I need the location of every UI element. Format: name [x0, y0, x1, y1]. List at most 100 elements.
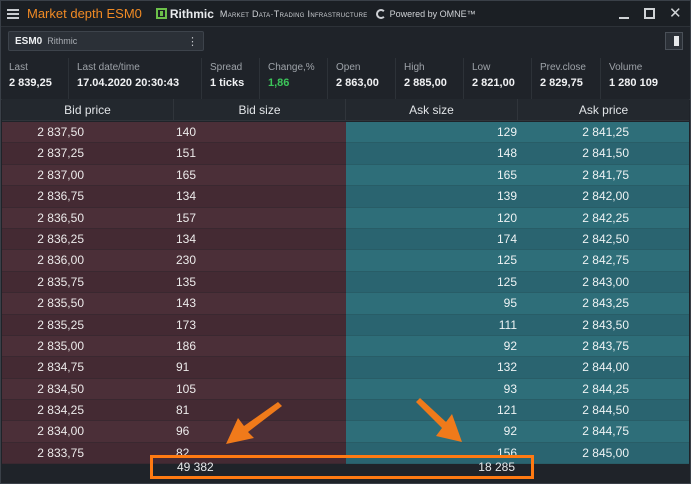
stat-label: Prev.close — [540, 62, 586, 73]
panel-toggle-icon[interactable] — [665, 32, 683, 50]
bid-size: 91 — [176, 360, 190, 375]
depth-row[interactable]: 2 837,50 140 129 2 841,25 — [2, 122, 689, 144]
ask-price: 2 843,25 — [582, 296, 629, 311]
stat-label: Last — [9, 62, 28, 73]
hamburger-menu-icon[interactable] — [7, 8, 19, 19]
bid-size: 134 — [176, 189, 197, 204]
bid-size: 105 — [176, 381, 197, 396]
ask-size: 165 — [496, 167, 517, 182]
bid-cell[interactable]: 2 836,75 134 — [2, 186, 346, 208]
ask-size: 148 — [496, 146, 517, 161]
ask-price: 2 842,00 — [582, 189, 629, 204]
depth-row[interactable]: 2 836,50 157 120 2 842,25 — [2, 207, 689, 229]
stat-value: 1 280 109 — [609, 77, 658, 89]
bid-price: 2 835,75 — [37, 274, 84, 289]
ask-cell[interactable]: 111 2 843,50 — [346, 314, 689, 336]
depth-row[interactable]: 2 834,00 96 92 2 844,75 — [2, 421, 689, 443]
ask-size: 111 — [498, 317, 517, 332]
column-header-bid-size[interactable]: Bid size — [174, 99, 346, 120]
ask-size: 92 — [503, 338, 517, 353]
bid-cell[interactable]: 2 837,50 140 — [2, 122, 346, 144]
depth-row[interactable]: 2 835,50 143 95 2 843,25 — [2, 293, 689, 315]
bid-price: 2 837,00 — [37, 167, 84, 182]
left-arrow-annotation — [226, 402, 282, 444]
ask-cell[interactable]: 148 2 841,50 — [346, 143, 689, 165]
stat-prev-close: Prev.close 2 829,75 — [532, 58, 601, 99]
ask-cell[interactable]: 174 2 842,50 — [346, 228, 689, 251]
depth-row[interactable]: 2 834,75 91 132 2 844,00 — [2, 357, 689, 379]
ask-size: 95 — [503, 296, 517, 311]
depth-row[interactable]: 2 837,25 151 148 2 841,50 — [2, 143, 689, 165]
depth-row[interactable]: 2 835,25 173 111 2 843,50 — [2, 314, 689, 336]
bid-cell[interactable]: 2 834,50 105 — [2, 378, 346, 401]
close-icon[interactable]: ✕ — [669, 6, 682, 21]
stat-last: Last 2 839,25 — [1, 58, 69, 99]
bid-price: 2 834,25 — [37, 403, 84, 418]
ask-cell[interactable]: 121 2 844,50 — [346, 400, 689, 422]
stat-open: Open 2 863,00 — [328, 58, 396, 99]
ask-price: 2 841,25 — [582, 125, 629, 139]
bid-size: 173 — [176, 317, 197, 332]
depth-row[interactable]: 2 837,00 165 165 2 841,75 — [2, 164, 689, 187]
bid-price: 2 837,25 — [37, 146, 84, 161]
bid-cell[interactable]: 2 836,00 230 — [2, 250, 346, 272]
depth-row[interactable]: 2 836,75 134 139 2 842,00 — [2, 186, 689, 208]
total-ask-size: 18 285 — [478, 460, 515, 474]
depth-row[interactable]: 2 835,00 186 92 2 843,75 — [2, 335, 689, 358]
ask-price: 2 845,00 — [582, 445, 629, 460]
ask-cell[interactable]: 125 2 842,75 — [346, 250, 689, 272]
bid-cell[interactable]: 2 836,50 157 — [2, 207, 346, 229]
branding-tagline: Market Data·Trading Infrastructure — [219, 8, 368, 19]
stat-value: 2 885,00 — [404, 77, 447, 89]
ask-cell[interactable]: 125 2 843,00 — [346, 271, 689, 294]
stat-spread: Spread 1 ticks — [202, 58, 260, 99]
bid-cell[interactable]: 2 835,50 143 — [2, 293, 346, 315]
ask-cell[interactable]: 132 2 844,00 — [346, 357, 689, 379]
bid-size: 143 — [176, 296, 197, 311]
stat-volume: Volume 1 280 109 — [601, 58, 689, 99]
ask-price: 2 842,25 — [582, 210, 629, 225]
depth-row[interactable]: 2 836,25 134 174 2 842,50 — [2, 228, 689, 251]
bid-price: 2 836,75 — [37, 189, 84, 204]
ask-size: 129 — [496, 125, 517, 139]
minimize-icon[interactable] — [619, 8, 630, 19]
stat-label: Spread — [210, 62, 243, 73]
depth-row[interactable]: 2 834,50 105 93 2 844,25 — [2, 378, 689, 401]
right-arrow-annotation — [416, 398, 462, 442]
ask-size: 174 — [496, 231, 517, 246]
ask-cell[interactable]: 93 2 844,25 — [346, 378, 689, 401]
ask-cell[interactable]: 120 2 842,25 — [346, 207, 689, 229]
ask-price: 2 842,75 — [582, 253, 629, 268]
bid-cell[interactable]: 2 834,00 96 — [2, 421, 346, 443]
ask-cell[interactable]: 165 2 841,75 — [346, 164, 689, 187]
bid-cell[interactable]: 2 837,00 165 — [2, 164, 346, 187]
stat-low: Low 2 821,00 — [464, 58, 532, 99]
bid-price: 2 833,75 — [37, 445, 84, 460]
bid-cell[interactable]: 2 835,25 173 — [2, 314, 346, 336]
bid-cell[interactable]: 2 835,00 186 — [2, 335, 346, 358]
stat-label: Last date/time — [77, 62, 140, 73]
rithmic-brand: Rithmic — [169, 6, 214, 21]
column-header-ask-size[interactable]: Ask size — [346, 99, 518, 120]
ask-cell[interactable]: 92 2 844,75 — [346, 421, 689, 443]
ask-cell[interactable]: 92 2 843,75 — [346, 335, 689, 358]
column-header-ask-price[interactable]: Ask price — [518, 99, 689, 120]
more-options-icon[interactable]: ⋮ — [187, 35, 198, 48]
bid-cell[interactable]: 2 834,75 91 — [2, 357, 346, 379]
depth-row[interactable]: 2 835,75 135 125 2 843,00 — [2, 271, 689, 294]
depth-row[interactable]: 2 836,00 230 125 2 842,75 — [2, 250, 689, 272]
depth-row[interactable]: 2 834,25 81 121 2 844,50 — [2, 400, 689, 422]
omne-ring-icon — [375, 8, 386, 19]
stat-high: High 2 885,00 — [396, 58, 464, 99]
ask-cell[interactable]: 95 2 843,25 — [346, 293, 689, 315]
maximize-icon[interactable] — [644, 8, 655, 19]
ask-cell[interactable]: 139 2 842,00 — [346, 186, 689, 208]
bid-cell[interactable]: 2 837,25 151 — [2, 143, 346, 165]
bid-cell[interactable]: 2 836,25 134 — [2, 228, 346, 251]
instrument-selector[interactable]: ESM0 Rithmic ⋮ — [8, 31, 204, 51]
column-header-bid-price[interactable]: Bid price — [2, 99, 174, 120]
bid-cell[interactable]: 2 834,25 81 — [2, 400, 346, 422]
ask-cell[interactable]: 129 2 841,25 — [346, 122, 689, 144]
ask-size: 120 — [496, 210, 517, 225]
bid-cell[interactable]: 2 835,75 135 — [2, 271, 346, 294]
